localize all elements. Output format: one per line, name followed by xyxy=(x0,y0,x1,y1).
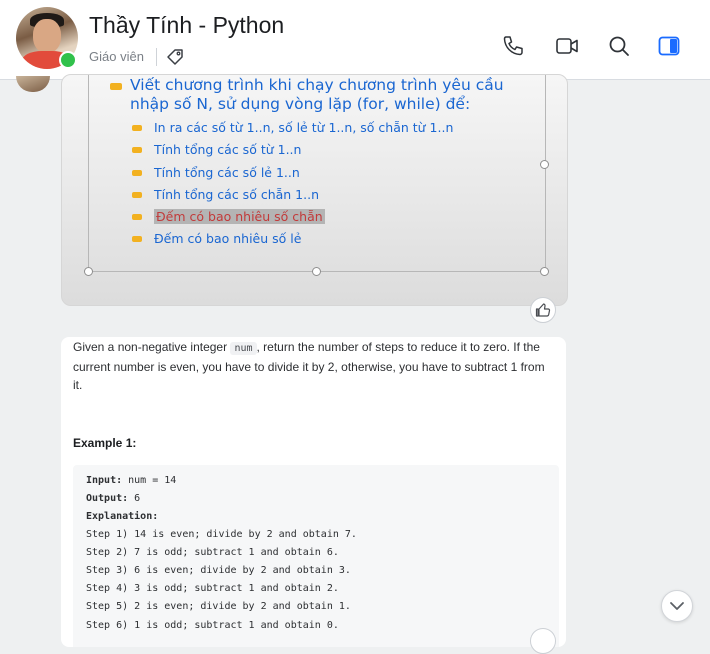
code-line: Step 1) 14 is even; divide by 2 and obta… xyxy=(86,529,357,540)
slide-sub-item: Tính tổng các số từ 1..n xyxy=(132,139,540,161)
chat-header: Thầy Tính - Python Giáo viên xyxy=(0,0,710,80)
like-button[interactable] xyxy=(530,628,556,654)
bullet-arrow-icon xyxy=(132,169,142,176)
slide-sub-item: Tính tổng các số chẵn 1..n xyxy=(132,184,540,206)
bullet-arrow-icon xyxy=(132,214,142,221)
slide-sub-item: Tính tổng các số lẻ 1..n xyxy=(132,162,540,184)
example-heading: Example 1: xyxy=(73,436,137,450)
sidebar-toggle-icon[interactable] xyxy=(657,34,681,58)
slide-main-text: Viết chương trình khi chạy chương trình … xyxy=(130,76,504,113)
image-message[interactable]: Viết chương trình khi chạy chương trình … xyxy=(61,74,568,306)
scroll-to-bottom-button[interactable] xyxy=(661,590,693,622)
slide-sub-item: Đếm có bao nhiêu số lẻ xyxy=(132,228,540,250)
selection-handle xyxy=(540,267,549,276)
tag-icon[interactable] xyxy=(165,47,185,67)
code-line: Step 4) 3 is odd; subtract 1 and obtain … xyxy=(86,583,339,594)
code-line: Step 2) 7 is odd; subtract 1 and obtain … xyxy=(86,547,339,558)
code-block: Input: num = 14 Output: 6 Explanation: S… xyxy=(73,465,559,647)
code-line: Step 3) 6 is even; divide by 2 and obtai… xyxy=(86,565,351,576)
contact-name[interactable]: Thầy Tính - Python xyxy=(89,12,284,39)
slide-main-bullet: Viết chương trình khi chạy chương trình … xyxy=(110,76,540,114)
slide-content: Viết chương trình khi chạy chương trình … xyxy=(110,76,540,251)
slide-sub-item-highlighted: Đếm có bao nhiêu số chẵn xyxy=(132,206,540,228)
search-icon[interactable] xyxy=(607,34,631,58)
thumbs-up-icon xyxy=(535,303,551,317)
bullet-arrow-icon xyxy=(132,147,142,154)
contact-role: Giáo viên xyxy=(89,49,144,64)
like-button[interactable] xyxy=(530,297,556,323)
bullet-arrow-icon xyxy=(132,236,142,243)
text-message[interactable]: Given a non-negative integer num, return… xyxy=(61,337,566,647)
message-list[interactable]: Viết chương trình khi chạy chương trình … xyxy=(0,74,710,654)
slide-sub-item: In ra các số từ 1..n, số lẻ từ 1..n, số … xyxy=(132,117,540,139)
inline-code: num xyxy=(230,342,257,355)
code-line: Step 5) 2 is even; divide by 2 and obtai… xyxy=(86,601,351,612)
code-line: Explanation: xyxy=(86,511,159,522)
sender-avatar[interactable] xyxy=(16,76,50,92)
code-line: Step 6) 1 is odd; subtract 1 and obtain … xyxy=(86,620,339,631)
bullet-arrow-icon xyxy=(110,83,122,90)
header-divider xyxy=(156,48,157,66)
phone-icon[interactable] xyxy=(501,34,525,58)
problem-description: Given a non-negative integer num, return… xyxy=(73,340,545,392)
video-icon[interactable] xyxy=(555,34,579,58)
code-line: Input: num = 14 xyxy=(86,475,177,486)
selection-handle xyxy=(540,160,549,169)
selection-handle xyxy=(84,267,93,276)
selection-handle xyxy=(312,267,321,276)
code-line: Output: 6 xyxy=(86,493,141,504)
online-status-dot xyxy=(59,51,77,69)
bullet-arrow-icon xyxy=(132,125,142,131)
chevron-down-icon xyxy=(670,602,684,610)
bullet-arrow-icon xyxy=(132,191,142,198)
